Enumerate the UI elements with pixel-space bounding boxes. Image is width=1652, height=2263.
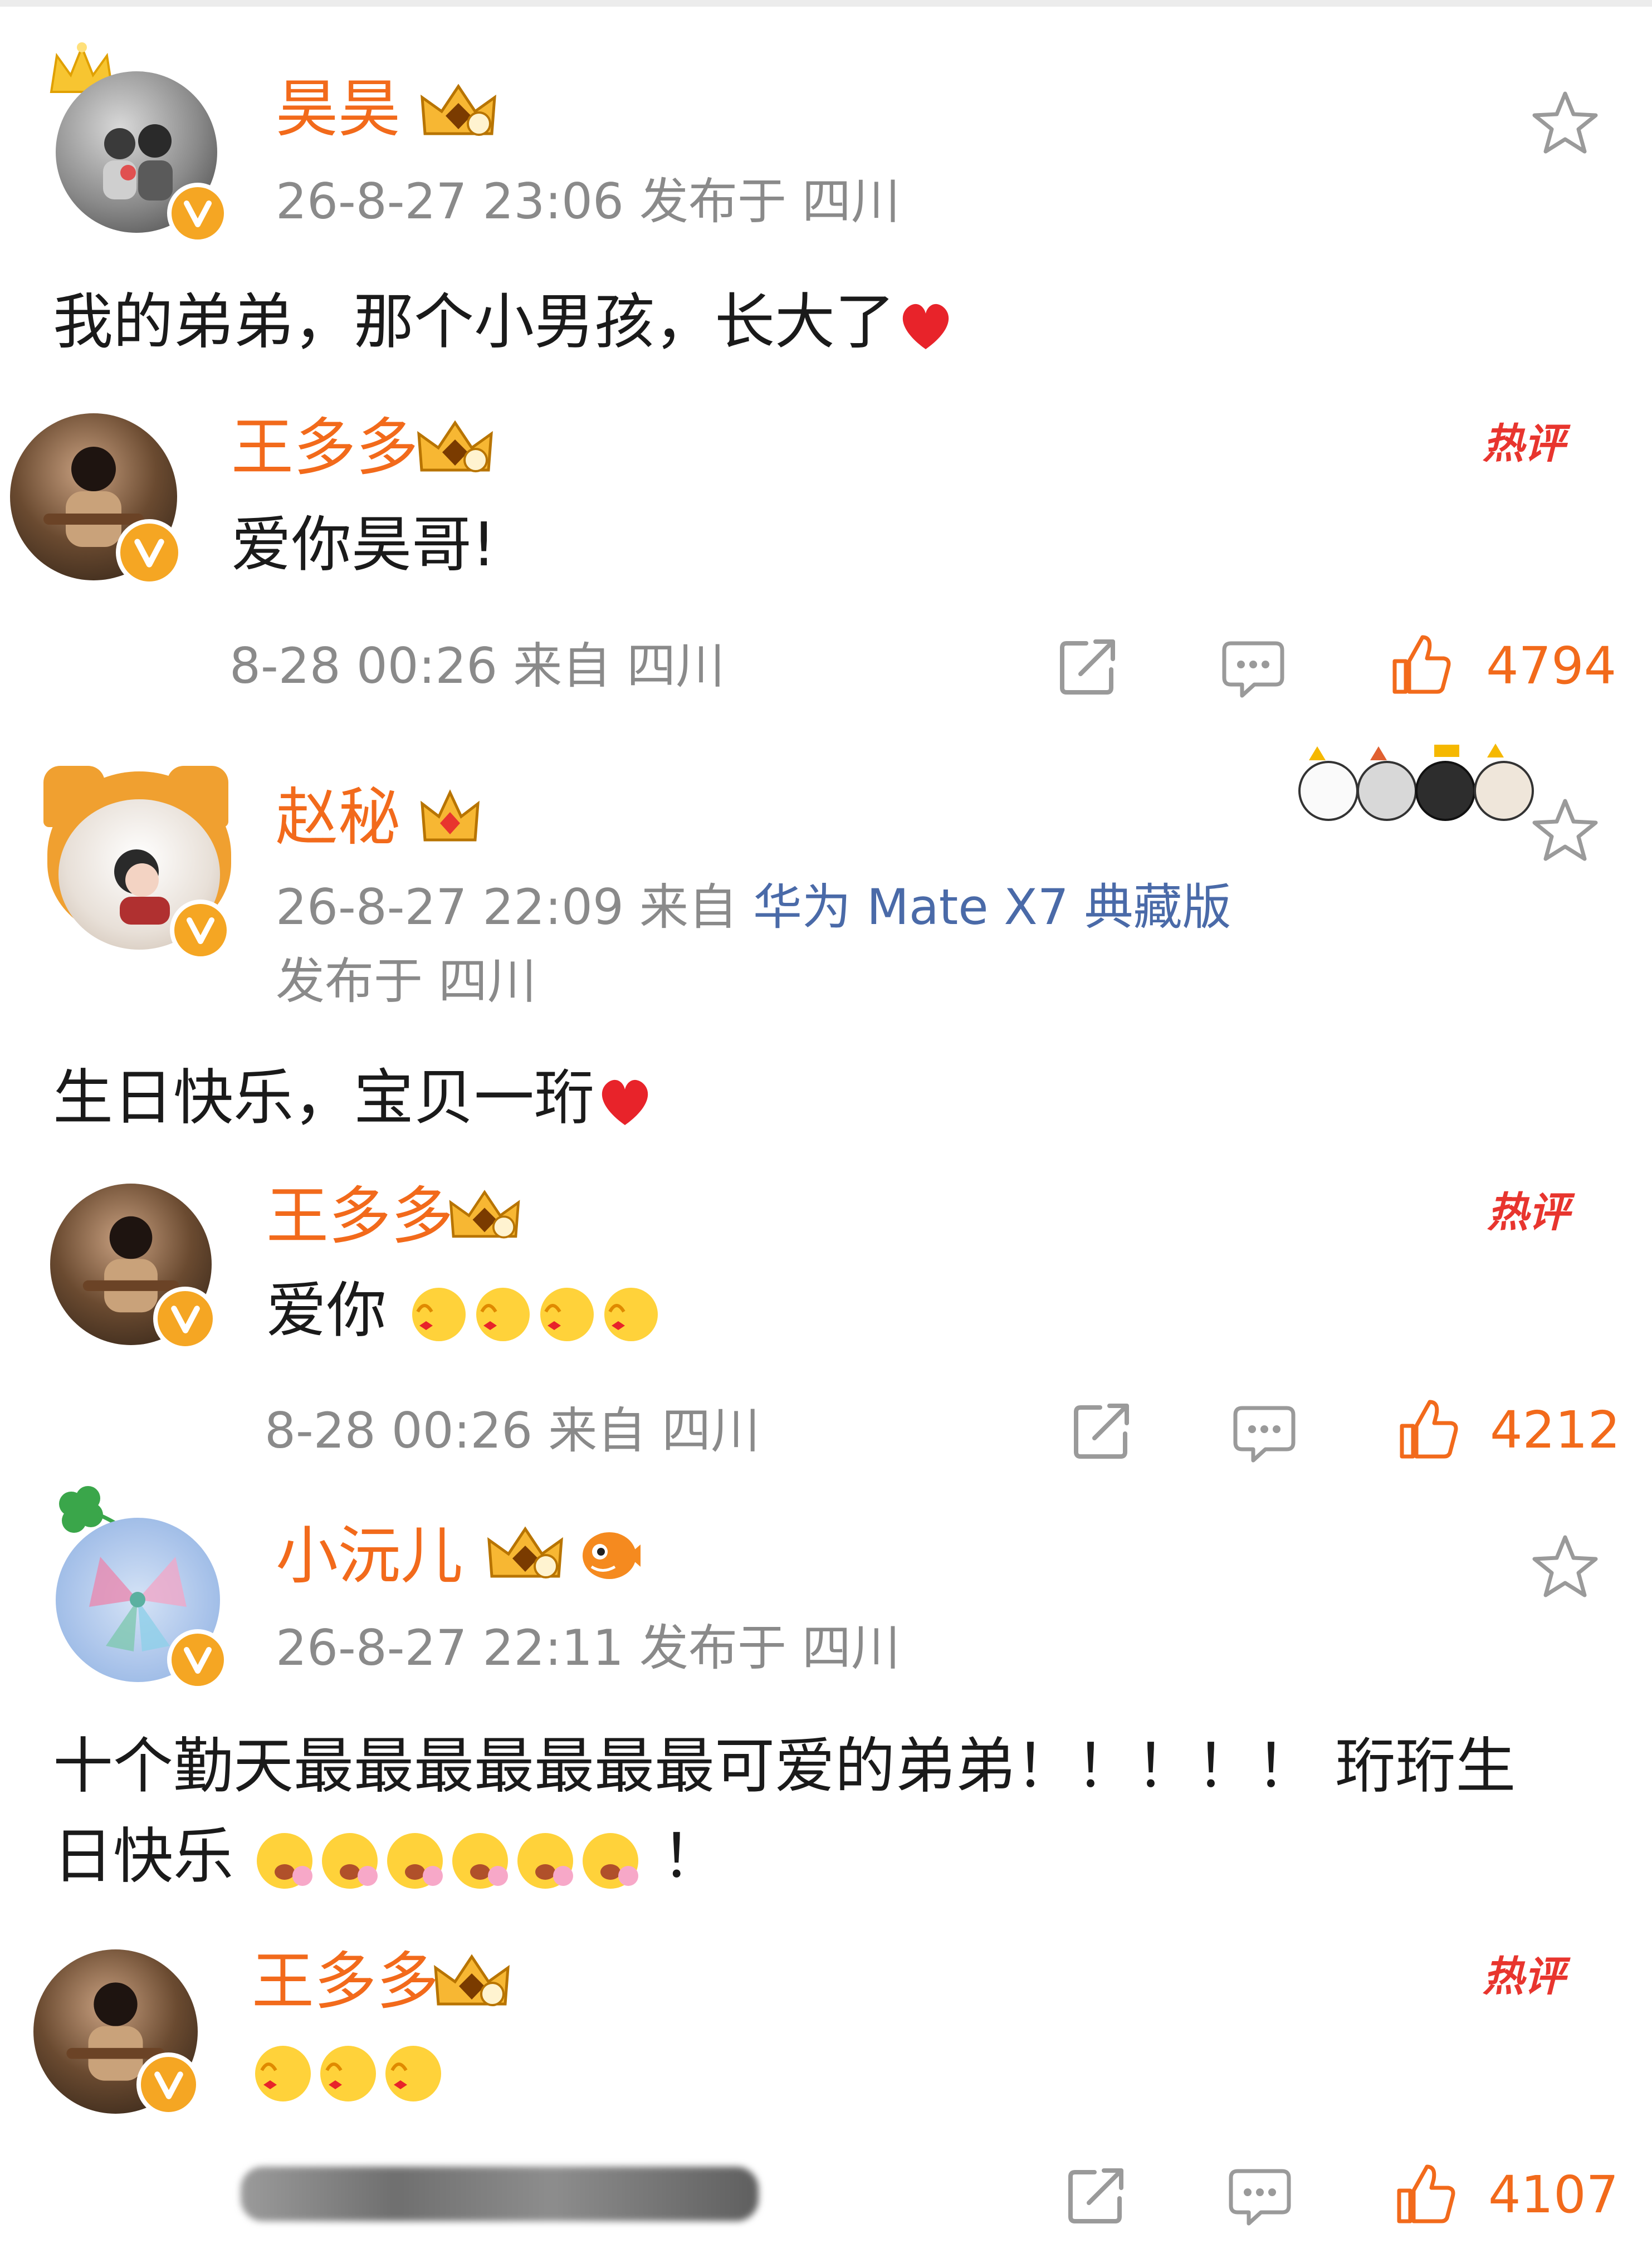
reply-avatar[interactable] (33, 1949, 201, 2117)
avatar[interactable] (56, 1518, 228, 1690)
comment-meta: 26-8-27 22:09 来自 华为 Mate X7 典藏版 (276, 883, 1231, 932)
crown-badge-icon (449, 1190, 520, 1239)
share-icon[interactable] (1055, 635, 1120, 699)
blurred-reply-meta (241, 2167, 759, 2221)
reply-text: 爱你昊哥! (231, 510, 496, 580)
share-icon[interactable] (1069, 1399, 1133, 1463)
verified-badge (170, 900, 231, 961)
reply-text-content: 爱你 (266, 1276, 387, 1346)
like-count: 4212 (1490, 1400, 1621, 1460)
comment-text-content: 我的弟弟，那个小男孩，长大了 (53, 287, 896, 357)
verified-v-icon (184, 1647, 212, 1674)
hot-comment-badge: 热评 (1483, 420, 1565, 468)
reply-text: 爱你 (266, 1281, 662, 1345)
reply-meta: 8-28 00:26 来自 四川 (265, 1402, 760, 1459)
comment-text-line: 十个勤天最最最最最最最可爱的弟弟！！！！！ 珩珩生 (53, 1732, 1516, 1801)
verified-badge (116, 519, 183, 586)
reply-avatar[interactable] (50, 1184, 217, 1351)
comment-text-content: 日快乐 (53, 1822, 234, 1891)
thumbs-up-icon[interactable] (1392, 2160, 1459, 2227)
username[interactable]: 昊昊 (276, 78, 400, 140)
comment-text-content: 生日快乐，宝贝一珩 (53, 1063, 595, 1133)
like-count: 4794 (1486, 636, 1617, 696)
cat-sticker-decoration (1298, 744, 1534, 821)
hot-comment-badge: 热评 (1487, 1189, 1570, 1236)
star-outline-icon[interactable] (1529, 1533, 1601, 1602)
share-icon[interactable] (1064, 2164, 1128, 2228)
verified-badge (167, 1629, 228, 1690)
verified-v-icon (184, 201, 212, 227)
reply-meta: 8-28 00:26 来自 四川 (229, 637, 725, 695)
verified-v-icon (187, 917, 214, 944)
flower-face-emoji-icon (257, 1832, 639, 1889)
comment-meta: 26-8-27 23:06 发布于 四川 (276, 173, 900, 230)
username[interactable]: 赵秘 (276, 786, 400, 849)
crown-badge-icon (417, 420, 493, 472)
crown-badge-icon (421, 789, 480, 842)
comment-text-end: ！ (661, 1822, 722, 1891)
crown-badge-icon (421, 84, 496, 136)
avatar[interactable] (47, 771, 231, 961)
kiss-face-emoji-icon (255, 2046, 441, 2101)
red-heart-icon (602, 1080, 648, 1126)
hot-comment-badge: 热评 (1483, 1953, 1565, 2001)
star-outline-icon[interactable] (1529, 89, 1601, 159)
avatar-photo (103, 124, 173, 201)
comment-text: 我的弟弟，那个小男孩，长大了 (53, 276, 956, 369)
top-edge (0, 0, 1652, 7)
comment-icon[interactable] (1226, 2166, 1293, 2230)
fish-badge-icon (583, 1532, 641, 1579)
crown-badge-icon (434, 1954, 510, 2006)
reply-username[interactable]: 王多多 (231, 417, 418, 479)
comment-location: 发布于 四川 (276, 952, 536, 1010)
username[interactable]: 小沅儿 (276, 1525, 463, 1587)
comment-icon[interactable] (1220, 638, 1287, 702)
reply-username[interactable]: 王多多 (266, 1185, 453, 1248)
verified-v-icon (154, 2071, 183, 2099)
red-heart-icon (902, 304, 949, 350)
verified-v-icon (170, 1305, 200, 1333)
verified-badge (136, 2052, 201, 2117)
verified-v-icon (134, 539, 164, 568)
thumbs-up-icon[interactable] (1395, 1395, 1462, 1462)
like-count: 4107 (1488, 2165, 1619, 2225)
comment-text: 生日快乐，宝贝一珩 (53, 1052, 656, 1145)
comment-text-line: 日快乐 ！ (53, 1810, 722, 1903)
comment-meta: 26-8-27 22:11 发布于 四川 (276, 1619, 900, 1677)
device-link[interactable]: 华为 Mate X7 典藏版 (753, 878, 1231, 936)
avatar[interactable] (56, 71, 228, 244)
verified-badge (167, 183, 228, 244)
star-outline-icon[interactable] (1529, 796, 1601, 866)
reply-username[interactable]: 王多多 (252, 1951, 439, 2013)
comment-time: 26-8-27 22:09 来自 (276, 878, 753, 936)
kiss-face-emoji-icon (412, 1288, 658, 1342)
crown-badge-icon (487, 1526, 563, 1578)
thumbs-up-icon[interactable] (1388, 630, 1455, 697)
reply-avatar[interactable] (10, 413, 183, 586)
verified-badge (153, 1287, 217, 1351)
comment-icon[interactable] (1231, 1402, 1298, 1467)
